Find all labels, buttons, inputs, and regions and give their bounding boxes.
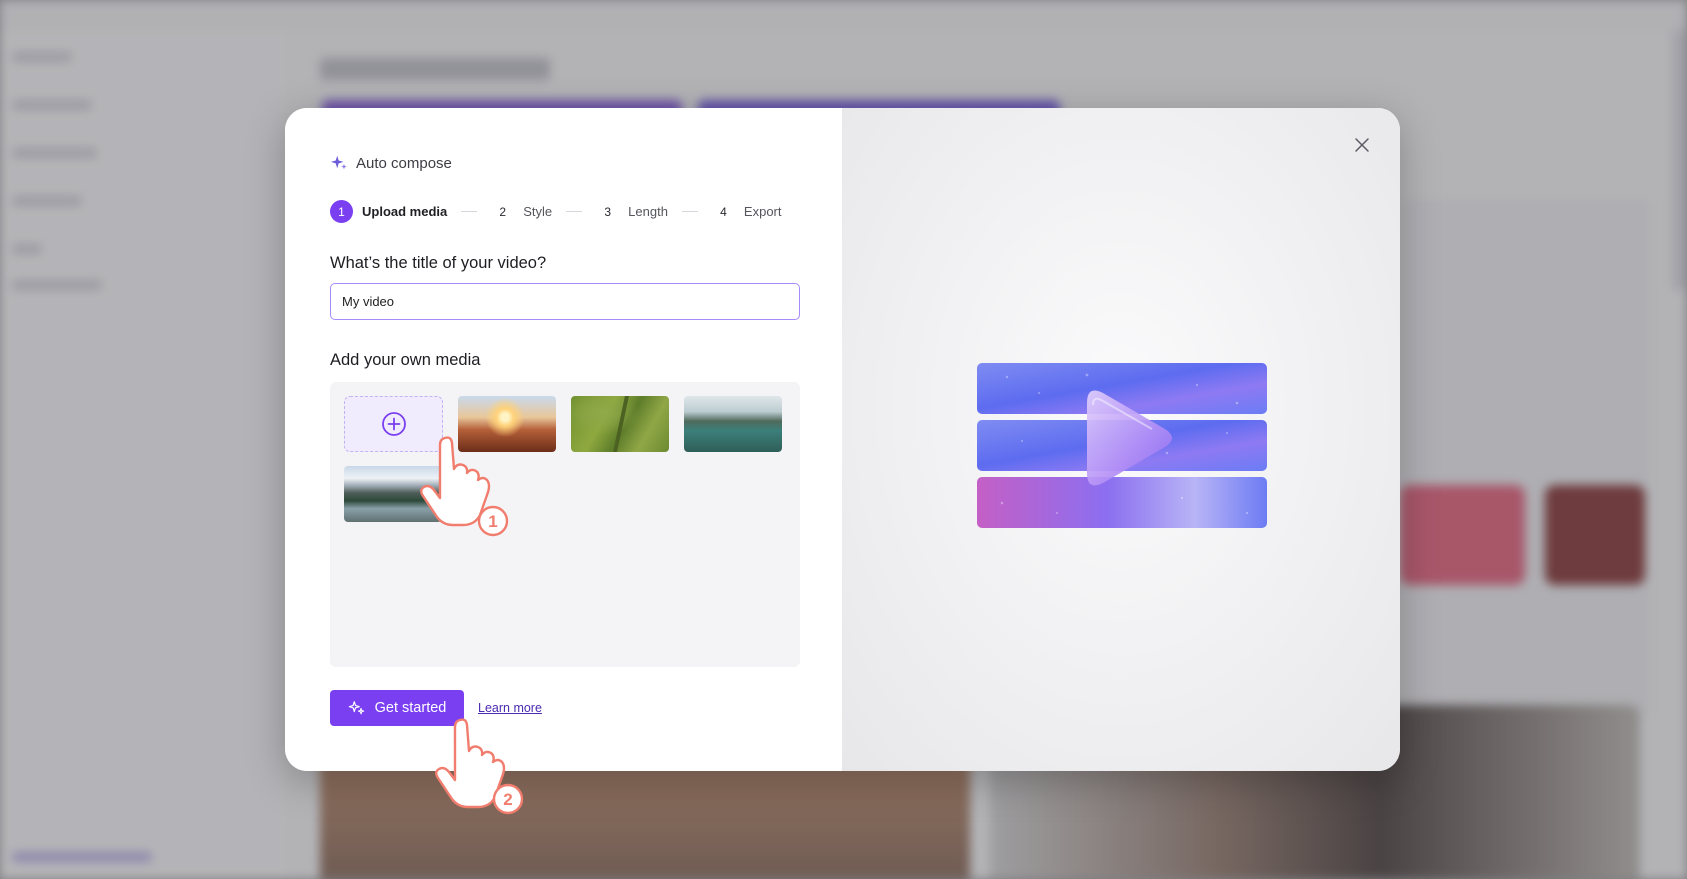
media-heading: Add your own media [330,351,481,369]
step-number: 4 [711,200,735,223]
step-style[interactable]: 2 Style [491,200,552,223]
step-upload-media[interactable]: 1 Upload media [330,200,447,223]
dialog-form-pane: Auto compose 1 Upload media 2 Style 3 Le… [285,108,842,771]
step-export[interactable]: 4 Export [711,200,782,223]
pointing-hand-icon: 2 [435,718,524,815]
step-number: 1 [330,200,353,223]
step-label: Style [523,204,553,219]
get-started-label: Get started [374,700,447,716]
step-number: 2 [491,200,515,223]
video-title-input[interactable] [330,283,800,320]
step-connector [681,211,698,212]
media-grid [330,382,800,667]
learn-more-link[interactable]: Learn more [478,701,542,715]
stepper: 1 Upload media 2 Style 3 Length 4 Export [330,200,782,223]
step-connector [566,211,583,212]
callout-number: 2 [503,790,512,809]
media-thumbnail-green-field[interactable] [571,396,669,452]
dialog-preview-pane [842,108,1400,771]
sparkle-icon [330,155,347,170]
video-hero-graphic [977,363,1267,528]
sparkle-wand-icon [348,701,364,715]
step-number: 3 [596,200,620,223]
media-thumbnail-forest-lake[interactable] [684,396,782,452]
pointing-hand-icon: 1 [420,436,509,537]
step-label: Export [743,204,782,219]
close-icon[interactable] [1354,137,1370,153]
step-label: Length [628,204,668,219]
step-connector [461,211,478,212]
step-length[interactable]: 3 Length [596,200,668,223]
video-title-label: What’s the title of your video? [330,254,547,272]
dialog-header: Auto compose [330,154,452,172]
dialog-title: Auto compose [356,154,452,172]
plus-circle-icon [381,412,406,436]
step-label: Upload media [362,204,448,219]
callout-number: 1 [488,512,497,531]
